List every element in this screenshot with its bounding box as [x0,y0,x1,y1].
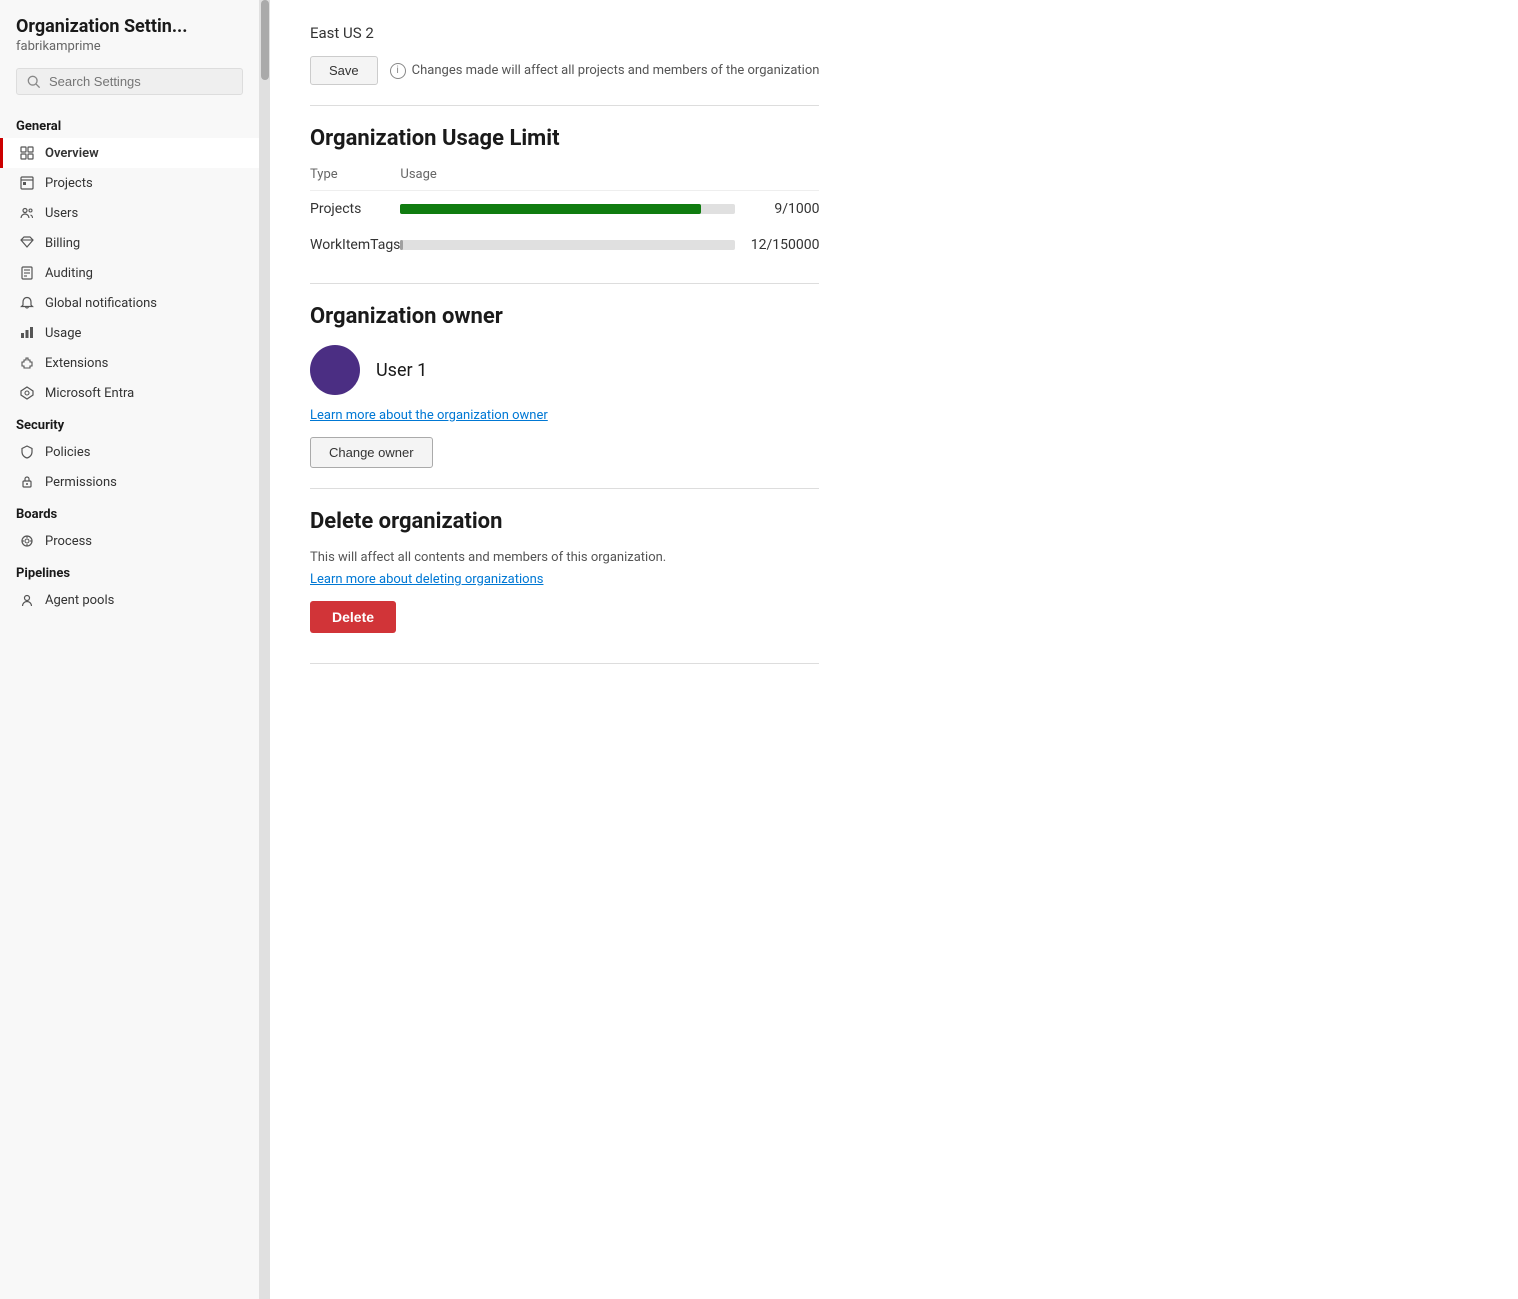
sidebar-item-label-auditing: Auditing [45,266,93,281]
change-owner-button[interactable]: Change owner [310,437,433,468]
extensions-icon [19,355,35,371]
progress-bar-fill [400,204,701,214]
usage-label: 12/150000 [751,227,820,263]
owner-name: User 1 [376,360,427,381]
sidebar-scrollbar[interactable] [260,0,270,1299]
col-value-header [751,167,820,191]
col-type-header: Type [310,167,400,191]
search-input[interactable] [49,74,232,89]
section-label-general: General [0,109,259,138]
sidebar-item-auditing[interactable]: Auditing [0,258,259,288]
usage-type: WorkItemTags [310,227,400,263]
grid-icon [19,145,35,161]
sidebar: Organization Settin... fabrikamprime Gen… [0,0,260,1299]
info-icon: i [390,63,406,79]
learn-more-owner-link[interactable]: Learn more about the organization owner [310,408,548,423]
sidebar-item-agent-pools[interactable]: Agent pools [0,585,259,615]
section-label-security: Security [0,408,259,437]
sidebar-item-global-notifications[interactable]: Global notifications [0,288,259,318]
permissions-icon [19,474,35,490]
usage-bar-cell [400,227,750,263]
content-area: East US 2 Save i Changes made will affec… [270,0,859,1299]
sidebar-item-label-billing: Billing [45,236,80,251]
sidebar-item-label-global-notifications: Global notifications [45,296,157,311]
avatar [310,345,360,395]
save-row: Save i Changes made will affect all proj… [310,56,819,85]
usage-bar-cell [400,191,750,228]
billing-icon [19,235,35,251]
section-label-boards: Boards [0,497,259,526]
search-box[interactable] [16,68,243,95]
section-label-pipelines: Pipelines [0,556,259,585]
sidebar-item-overview[interactable]: Overview [0,138,259,168]
sidebar-title: Organization Settin... [0,16,259,39]
usage-icon [19,325,35,341]
usage-label: 9/1000 [751,191,820,228]
agent-icon [19,592,35,608]
save-note-text: Changes made will affect all projects an… [412,63,820,78]
sidebar-item-label-policies: Policies [45,445,90,460]
learn-more-delete-link[interactable]: Learn more about deleting organizations [310,572,543,587]
sidebar-item-microsoft-entra[interactable]: Microsoft Entra [0,378,259,408]
table-row: WorkItemTags 12/150000 [310,227,819,263]
sidebar-item-label-agent-pools: Agent pools [45,593,114,608]
sidebar-item-label-process: Process [45,534,92,549]
sidebar-item-label-extensions: Extensions [45,356,108,371]
sidebar-item-label-usage: Usage [45,326,81,341]
sidebar-item-usage[interactable]: Usage [0,318,259,348]
main-content: East US 2 Save i Changes made will affec… [270,0,859,1299]
divider-2 [310,283,819,284]
table-row: Projects 9/1000 [310,191,819,228]
delete-org-title: Delete organization [310,509,819,534]
divider-4 [310,663,819,664]
users-icon [19,205,35,221]
sidebar-item-label-users: Users [45,206,78,221]
sidebar-item-label-microsoft-entra: Microsoft Entra [45,386,134,401]
sidebar-item-label-overview: Overview [45,146,99,161]
divider-3 [310,488,819,489]
projects-icon [19,175,35,191]
process-icon [19,533,35,549]
sidebar-scrollbar-thumb [261,0,269,80]
org-owner-title: Organization owner [310,304,819,329]
sidebar-item-projects[interactable]: Projects [0,168,259,198]
sidebar-item-policies[interactable]: Policies [0,437,259,467]
sidebar-item-label-projects: Projects [45,176,93,191]
sidebar-item-users[interactable]: Users [0,198,259,228]
sidebar-item-process[interactable]: Process [0,526,259,556]
sidebar-item-extensions[interactable]: Extensions [0,348,259,378]
region-label: East US 2 [310,24,819,42]
entra-icon [19,385,35,401]
progress-bar-bg [400,204,734,214]
save-note: i Changes made will affect all projects … [390,63,820,79]
sidebar-item-permissions[interactable]: Permissions [0,467,259,497]
search-icon [27,75,41,89]
save-button[interactable]: Save [310,56,378,85]
usage-table: Type Usage Projects 9/1000 WorkItemTags 12/… [310,167,819,263]
notifications-icon [19,295,35,311]
policies-icon [19,444,35,460]
usage-limit-title: Organization Usage Limit [310,126,819,151]
owner-row: User 1 [310,345,819,395]
progress-bar-fill [400,240,403,250]
auditing-icon [19,265,35,281]
usage-type: Projects [310,191,400,228]
col-usage-header: Usage [400,167,750,191]
sidebar-subtitle: fabrikamprime [0,39,259,68]
delete-org-description: This will affect all contents and member… [310,550,819,565]
delete-button[interactable]: Delete [310,601,396,633]
progress-bar-bg [400,240,734,250]
sidebar-item-billing[interactable]: Billing [0,228,259,258]
divider-1 [310,105,819,106]
sidebar-item-label-permissions: Permissions [45,475,117,490]
